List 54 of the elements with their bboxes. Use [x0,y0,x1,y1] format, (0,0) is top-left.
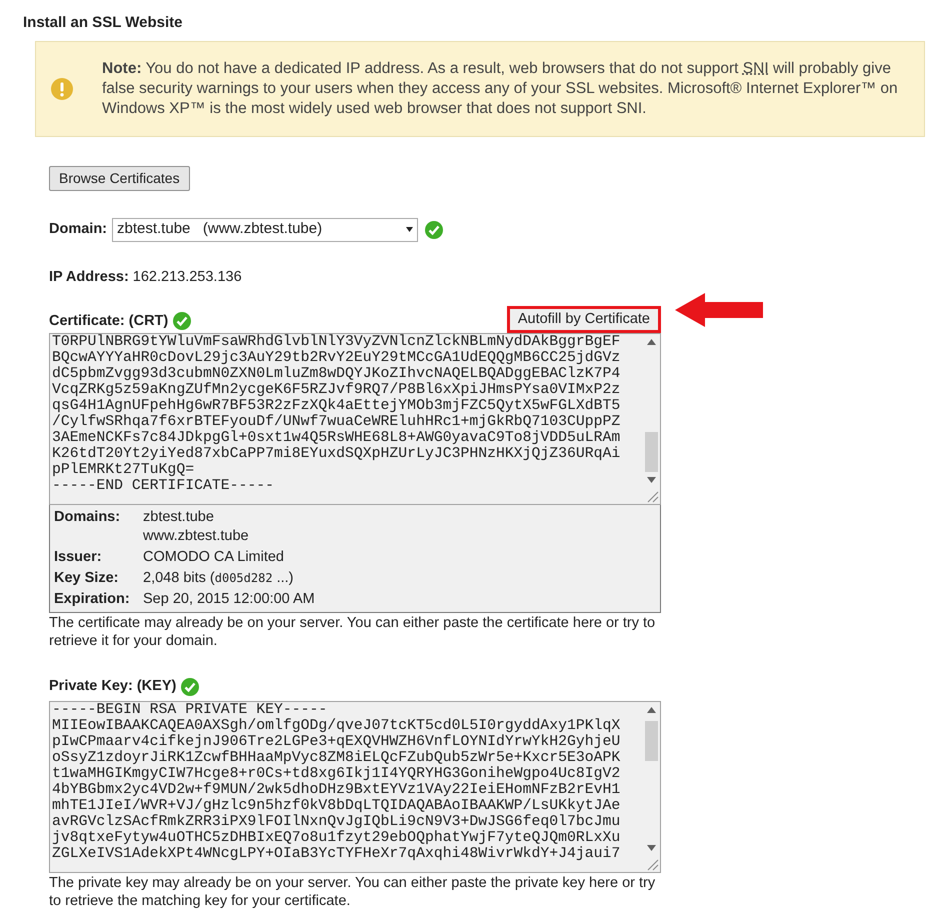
scroll-down-icon[interactable] [647,845,656,851]
warning-icon [51,78,73,100]
detail-value: 2,048 bits (d005d282 ...) [143,569,294,588]
code-line: oSsyZ1zdoyrJiRK1ZcwfBHHaaMpVyc8ZM8iELQcFZubQub5zWr5e+Kxcr5E3oAPK [52,750,622,766]
scroll-up-icon[interactable] [647,339,656,346]
detail-value: www.zbtest.tube [143,527,249,546]
code-line: T0RPUlNBRG9tYWluVmFsaWRhdGlvblNlY3VyZVNlcnZlckNBLmNydDAkBggrBgEF [52,334,622,350]
code-line: t1waMHGIKmgyCIW7Hcge8+r0Cs+td8xg6Ikj1I4YQRYHG3GoniheWgpo4Uc8IgV2 [52,766,622,782]
detail-value: COMODO CA Limited [143,548,284,568]
page-title: Install an SSL Website [23,13,184,33]
dropdown-caret-icon [406,227,413,232]
domain-label: Domain: [49,220,107,239]
certificate-textarea[interactable] [49,333,661,506]
scroll-thumb[interactable] [645,432,658,472]
domain-select[interactable]: zbtest.tube (www.zbtest.tube) [112,218,418,242]
code-line: VcqZRKg5z59aKngZUfMn2ycgeK6F5RZJvf9RQ7/P8Bl6xXpiJHmsPYsa0VIMxP2z [52,382,622,398]
autofill-button[interactable]: Autofill by Certificate [506,306,661,334]
code-line: K26tdT20Yt2yiYed87xbCaPP7mi8EYuxdSQXpHZUrLyJC3PHNzHKXjQjZ36URqAi [52,446,622,462]
private-key-help-text: The private key may already be on your server. You can either paste the private key here or try to retrieve the matching key for your certificate. [49,874,656,910]
arrow-icon [674,293,763,328]
scroll-down-icon[interactable] [647,477,656,484]
certificate-label: Certificate: (CRT) [49,312,168,330]
code-line: dC5pbmZvgg93d3cubmN0ZXN0LmluZm8wDQYJKoZIhvcNAQELBQADggEBAClzK7P4 [52,366,622,382]
browse-certificates-button[interactable]: Browse Certificates [49,166,190,190]
code-line: pIwCPmaarv4cifkejnJ906Tre2LGPe3+qEXQVHWZH6VnfLOYNIdYrwYkH2GyhjeU [52,734,622,750]
resize-grip-icon[interactable] [645,489,659,504]
ip-label: IP Address: [49,268,129,286]
detail-value: Sep 20, 2015 12:00:00 AM [143,590,315,610]
code-line: MIIEowIBAAKCAQEA0AXSgh/omlfgODg/qveJ07tcKT5cd0L5I0rgyddAxy1PKlqX [52,718,622,734]
detail-label: Expiration: [54,590,131,610]
code-line: /CylfwSRhqa7f6xrBTEFyouDf/UNwf7wuaCeWREluhHRc1+mjGkRbQ7103CUppPZ [52,414,622,430]
code-line: pPlEMRKt27TuKgQ= [52,462,196,478]
private-key-label: Private Key: (KEY) [49,677,176,696]
scroll-up-icon[interactable] [647,707,656,713]
code-line: jv8qtxeFytyw4uOTHC5zDHBIxEQ7o8u1fzyt29ebOQphatYwjF7yteQJQm0RLxXu [52,830,622,846]
code-line: -----BEGIN RSA PRIVATE KEY----- [52,702,328,718]
certificate-help-text: The certificate may already be on your server. You can either paste the certificate here or try to retrieve it for your domain. [49,614,656,650]
code-line: mhTE1JIeI/WVR+VJ/gHzlc9n5hzf0kV8bDqLTQIDAQABAoIBAAKWP/LsUKkytJAe [52,798,622,814]
detail-value: zbtest.tube [143,508,215,528]
detail-label: Domains: [54,508,122,528]
code-line: -----END CERTIFICATE----- [52,478,275,494]
code-line: 3AEmeNCKFs7c84JDkpgGl+0sxt1w4Q5RsWHE68L8+AWG0yavaC9To8jVDD5uLRAm [52,430,622,446]
private-key-textarea[interactable] [49,701,661,873]
detail-label: Issuer: [54,548,103,568]
resize-grip-icon[interactable] [645,857,659,871]
note-text: Note: You do not have a dedicated IP address. As a result, web browsers that do not support SNI will probably give false security warnings to your users when they access any of your SSL websites. Microsoft® Internet Explorer™ on Windows XP™ is the most widely used web browser that does not support SNI. [102,58,899,118]
ip-value: 162.213.253.136 [132,268,242,286]
code-line: BQcwAYYYaHR0cDovL29jc3AuY29tb2RvY2EuY29tMCcGA1UdEQQgMB6CC25jdGVz [52,350,622,366]
scroll-thumb[interactable] [645,721,658,761]
code-line: qsG4H1AgnUFpehHg6wR7BF53R2zFzXQk4aEttejYMOb3mjFZC5QytX5wFGLXdBT5 [52,398,622,414]
code-line: avRGVclzSAcfRmkZRR3iPX9lFOIlNxnQvJgIQbLi9cN9V3+DwJSG6feq0l7bcJmu [52,814,622,830]
code-line: ZGLXeIVS1AdekXPt4WNcgLPY+OIaB3YcTYFHeXr7qAxqhi48WivrWkdY+J4jaui7 [52,846,622,862]
detail-label: Key Size: [54,569,120,588]
code-line: 4bYBGbmx2yc4VD2w+f9MUN/2wk5dhoDHz9BxtEYVz1VAy22IeiEHomNFzB2rEvH1 [52,782,622,798]
